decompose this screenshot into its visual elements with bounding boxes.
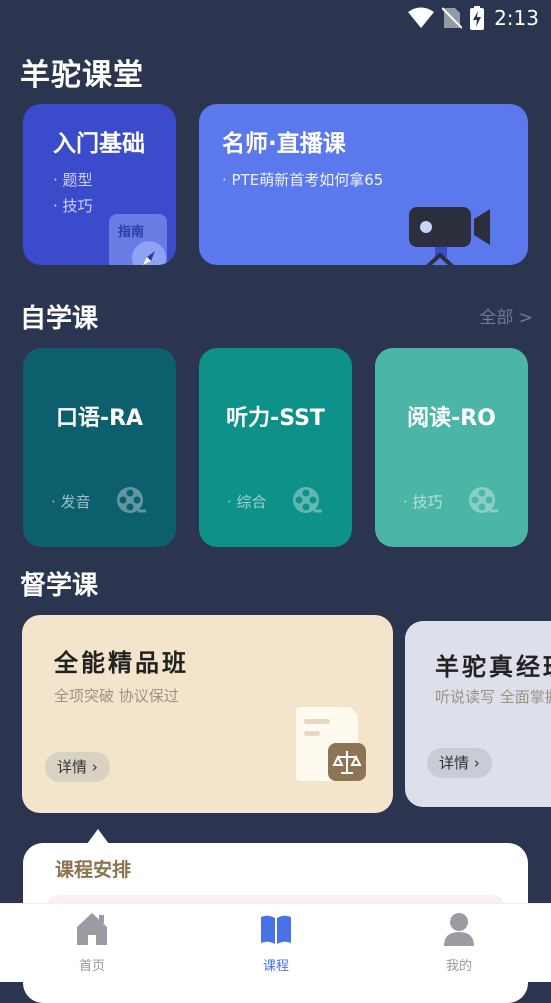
nav-label: 课程 <box>262 959 289 974</box>
schedule-title: 课程安排 <box>55 859 132 881</box>
see-all-link[interactable]: 全部 > <box>479 303 533 328</box>
self-course-title: 口语-RA <box>55 406 144 431</box>
film-reel-icon <box>469 487 498 513</box>
nav-item-home[interactable]: 首页 <box>32 904 152 982</box>
detail-button[interactable]: 详情 › <box>45 752 110 782</box>
detail-button[interactable]: 详情 › <box>427 748 492 778</box>
video-camera-icon <box>409 207 490 265</box>
self-course-tag: · 技巧 <box>403 493 443 511</box>
contract-scale-icon <box>296 707 366 781</box>
person-icon <box>444 913 474 946</box>
status-bar: 2:13 <box>0 0 551 38</box>
supervised-course-subtitle: 听说读写 全面掌握 <box>435 688 551 706</box>
intro-basics-item: · 技巧 <box>53 197 93 215</box>
nav-label: 首页 <box>78 959 105 974</box>
battery-icon <box>470 6 485 30</box>
no-sim-icon <box>442 7 463 29</box>
supervised-course-subtitle: 全项突破 协议保过 <box>54 687 179 705</box>
detail-button-label: 详情 <box>57 758 88 776</box>
self-course-title: 听力-SST <box>226 406 325 431</box>
intro-basics-item: · 题型 <box>53 171 93 189</box>
bottom-nav: 首页 课程 我的 <box>0 903 551 982</box>
status-time: 2:13 <box>494 6 539 30</box>
live-course-card[interactable]: 名师·直播课 · PTE萌新首考如何拿65 <box>199 104 528 265</box>
schedule-pointer <box>87 829 109 844</box>
self-course-card[interactable]: 听力-SST · 综合 <box>199 348 352 547</box>
intro-basics-title: 入门基础 <box>53 131 145 157</box>
supervised-heading: 督学课 <box>20 571 99 601</box>
intro-basics-card[interactable]: 入门基础 · 题型 · 技巧 指南 <box>23 104 176 265</box>
supervised-course-title: 羊驼真经班 <box>435 653 551 681</box>
chevron-right-icon: › <box>473 754 480 772</box>
film-reel-icon <box>117 487 146 513</box>
supervised-course-title: 全能精品班 <box>54 649 189 677</box>
self-course-card[interactable]: 口语-RA · 发音 <box>23 348 176 547</box>
live-course-item: · PTE萌新首考如何拿65 <box>222 171 384 189</box>
nav-label: 我的 <box>445 959 472 974</box>
live-course-title: 名师·直播课 <box>222 131 346 157</box>
app-title: 羊驼课堂 <box>20 58 144 93</box>
chevron-right-icon: › <box>91 758 98 776</box>
home-icon <box>77 913 107 945</box>
compass-icon <box>132 241 166 265</box>
supervised-course-card[interactable]: 羊驼真经班 听说读写 全面掌握 详情 › <box>405 621 551 807</box>
wifi-icon <box>408 7 435 28</box>
self-course-title: 阅读-RO <box>407 406 496 431</box>
self-course-card[interactable]: 阅读-RO · 技巧 <box>375 348 528 547</box>
self-course-tag: · 综合 <box>227 493 267 511</box>
supervised-course-card[interactable]: 全能精品班 全项突破 协议保过 详情 › <box>22 615 393 813</box>
film-reel-icon <box>293 487 322 513</box>
nav-item-courses[interactable]: 课程 <box>216 904 336 982</box>
book-icon <box>261 915 291 944</box>
detail-button-label: 详情 <box>439 754 470 772</box>
self-course-tag: · 发音 <box>51 493 91 511</box>
guide-badge-label: 指南 <box>118 225 145 240</box>
guide-book-icon: 指南 <box>109 214 167 265</box>
nav-item-profile[interactable]: 我的 <box>399 904 519 982</box>
self-study-heading: 自学课 <box>20 304 99 334</box>
